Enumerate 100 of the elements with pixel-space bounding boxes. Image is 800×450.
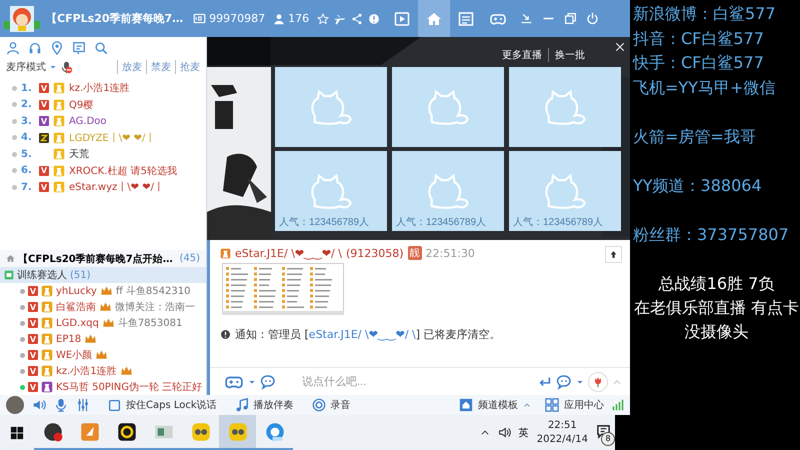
overlay-text: 新浪微博：白鲨577 [633,3,777,25]
member-count: (51) [70,270,91,280]
queue-number: 2. [21,99,33,110]
role-icon [41,301,53,313]
role-icon [53,181,65,194]
info-icon[interactable] [368,12,380,24]
overlay-text: YY频道：388064 [633,174,763,196]
stream-tile[interactable]: 人气：123456789人 [509,151,621,231]
stream-tile[interactable]: 人气：123456789人 [275,151,387,231]
app-icon [42,422,62,442]
queue-number: 5. [21,148,33,160]
member-name[interactable]: AG.Doo [69,116,107,127]
chat-bubble-icon[interactable] [260,374,276,390]
clock-time[interactable]: 22:51 [548,418,577,432]
sender-id: (9123058) [346,246,404,260]
member-name[interactable]: Q9樱 [69,98,94,112]
person-icon[interactable] [6,41,20,55]
queue-number: 4. [21,132,33,144]
stream-tile[interactable] [392,67,504,147]
user-link[interactable]: eStar.J1E/ \❤‿‿❤/ \ [308,328,416,341]
grid-icon[interactable] [545,398,559,412]
arrow-up-icon [609,250,618,259]
action-link[interactable]: 禁麦 [146,60,171,74]
level-badge-icon [39,132,49,143]
channel-name[interactable]: 【CFPLs20季前赛每晚7点开始… [18,252,173,266]
sender-name[interactable]: eStar.J1E/ \❤‿‿❤/ \ [235,246,342,260]
member-name[interactable]: kz.小浩1连胜 [56,364,117,378]
notification-count: 8 [601,432,615,446]
board-icon[interactable] [72,41,86,55]
stream-tile[interactable]: 人气：123456789人 [392,151,504,231]
role-icon [53,115,65,128]
action-link[interactable]: 放麦 [117,60,142,74]
member-name[interactable]: kz.小浩1连胜 [69,81,130,96]
mic-muted-icon [60,60,73,74]
member-name[interactable]: WE小颜 [56,348,92,362]
caret-up-icon[interactable] [523,401,531,409]
plane-icon[interactable] [334,12,346,24]
flower-button[interactable] [588,372,608,392]
input-method[interactable]: 英 [518,426,529,440]
power-icon[interactable] [586,12,600,25]
status-dot [12,152,17,157]
id-card-icon [193,12,206,25]
member-name[interactable]: yhLucky [56,286,97,296]
stream-tile[interactable] [509,67,621,147]
speaker-icon[interactable] [32,398,46,412]
close-icon[interactable] [614,41,626,53]
popularity-text: 人气：123456789人 [396,216,486,229]
headset-icon[interactable] [28,41,42,55]
toolbar-label[interactable]: 播放伴奏 [254,398,294,412]
panel-link[interactable]: 换一批 [548,48,585,62]
home-icon [426,10,442,26]
raccoon-app-icon [190,422,210,442]
equalizer-icon[interactable] [76,398,90,412]
search-icon[interactable] [94,41,108,55]
member-signature: 微博关注：浩南一 [115,300,195,314]
caret-icon[interactable] [49,63,57,71]
enter-icon[interactable] [538,374,552,388]
role-icon [53,164,65,177]
notice-text: 通知：管理员 [eStar.J1E/ \❤‿‿❤/ \] 已将麦序清空。 [235,327,501,342]
stream-tile[interactable] [275,67,387,147]
chat-bubble-icon[interactable] [556,374,572,390]
member-name[interactable]: LGD.xqq [56,318,99,328]
checkbox[interactable] [108,398,121,412]
member-name[interactable]: XROCK.杜超 请5轮选我 [69,164,177,178]
status-dot [12,118,17,124]
toolbar-label[interactable]: 应用中心 [564,398,604,412]
restore-icon[interactable] [564,12,578,25]
overlay-text: 没摄像头 [684,320,750,342]
flower-icon [592,376,604,388]
scroll-top-button[interactable] [605,246,622,263]
toolbar-label[interactable]: 按住Caps Lock说话 [126,398,217,412]
star-icon[interactable] [317,12,330,24]
template-icon[interactable] [459,398,473,412]
microphone-icon[interactable] [54,398,68,412]
music-note-icon[interactable] [234,398,249,412]
app-icon [116,422,136,442]
toolbar-label[interactable]: 录音 [330,398,351,412]
share-icon[interactable] [351,12,364,24]
mode-dropdown[interactable]: 麦序模式 [6,60,46,74]
member-name[interactable]: eStar.wyz丨\❤ ❤/丨 [69,180,164,194]
info-icon [220,329,231,340]
vip-badge: V [39,116,49,126]
member-signature: ff 斗鱼8542310 [116,284,190,298]
member-name[interactable]: EP18 [56,334,82,344]
member-name[interactable]: 白鲨浩南 [56,300,96,314]
pin-icon[interactable] [50,41,64,55]
member-name[interactable]: 天荒 [69,147,89,162]
action-link[interactable]: 抢麦 [175,60,200,74]
panel-link[interactable]: 更多直播 [502,48,542,62]
download-icon[interactable] [520,12,534,25]
member-name[interactable]: KS马哲 50PING伪一轮 三轮正好 [56,380,202,394]
clock-date[interactable]: 2022/4/14 [536,432,588,446]
role-icon [53,98,65,111]
toolbar-tab[interactable] [418,0,450,37]
screenshot-thumbnail[interactable] [222,263,344,315]
subchannel-row[interactable]: 训练赛选人 (51) [0,267,206,283]
toolbar-label[interactable]: 频道模板 [478,398,518,412]
role-icon [53,82,65,94]
record-icon[interactable] [312,398,326,412]
volume-icon[interactable] [498,426,511,439]
